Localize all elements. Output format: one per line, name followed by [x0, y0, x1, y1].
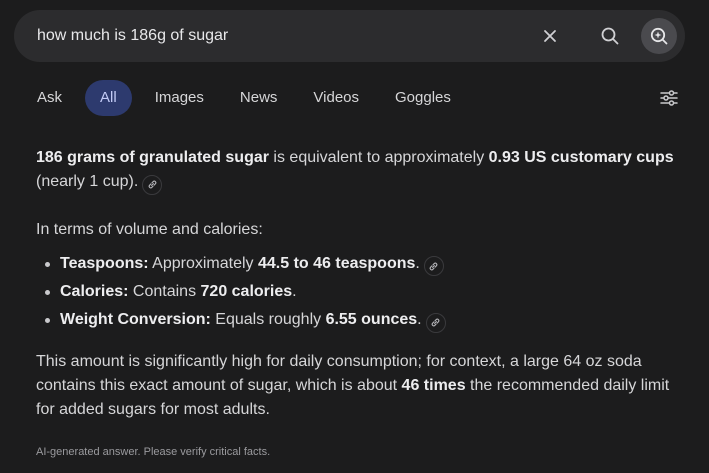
context-bold: 46 times: [401, 376, 466, 394]
summary-text-2: (nearly 1 cup).: [36, 173, 139, 190]
search-input[interactable]: [37, 23, 517, 49]
item-label: Calories:: [60, 283, 129, 300]
tab-news[interactable]: News: [227, 80, 291, 116]
item-label: Teaspoons:: [60, 254, 149, 272]
summary-text-1: is equivalent to approximately: [268, 149, 489, 166]
tab-images[interactable]: Images: [142, 80, 217, 116]
search-bar: [14, 10, 685, 62]
summary-bold-1: 186 grams of granulated sugar: [36, 149, 269, 166]
item-value: 44.5 to 46 teaspoons: [258, 254, 416, 272]
ai-disclaimer: AI-generated answer. Please verify criti…: [36, 446, 271, 458]
ai-answer: 186 grams of granulated sugar is equival…: [36, 146, 676, 422]
sliders-icon: [660, 90, 678, 106]
item-end: .: [292, 283, 297, 300]
citation-link-weight[interactable]: [425, 312, 446, 333]
clear-search-button[interactable]: [532, 18, 568, 54]
summary-bold-2: 0.93 US customary cups: [488, 149, 674, 166]
item-label: Weight Conversion:: [60, 311, 211, 328]
search-icon: [601, 27, 619, 45]
list-item-calories: Calories: Contains 720 calories.: [36, 280, 676, 304]
list-item-teaspoons: Teaspoons: Approximately 44.5 to 46 teas…: [36, 252, 676, 276]
tab-videos[interactable]: Videos: [300, 80, 372, 116]
link-icon: [148, 180, 157, 189]
item-text: Approximately: [148, 254, 258, 272]
tab-ask[interactable]: Ask: [24, 80, 75, 116]
answer-intro: In terms of volume and calories:: [36, 220, 263, 238]
item-text: Contains: [128, 283, 201, 300]
item-end: .: [415, 254, 420, 272]
citation-link-teaspoons[interactable]: [423, 256, 444, 276]
item-text: Equals roughly: [210, 311, 326, 328]
close-icon: [544, 30, 556, 42]
ai-answer-button[interactable]: [641, 18, 677, 54]
answer-context: This amount is significantly high for da…: [36, 350, 676, 422]
filter-settings-button[interactable]: [656, 86, 682, 110]
tab-goggles[interactable]: Goggles: [382, 80, 464, 116]
item-end: .: [417, 311, 422, 328]
link-icon: [431, 318, 440, 327]
tab-all[interactable]: All: [85, 80, 132, 116]
list-item-weight: Weight Conversion: Equals roughly 6.55 o…: [36, 308, 676, 333]
item-value: 720 calories: [200, 283, 293, 300]
answer-summary: 186 grams of granulated sugar is equival…: [36, 146, 676, 195]
citation-link-summary[interactable]: [142, 174, 163, 195]
facts-list: Teaspoons: Approximately 44.5 to 46 teas…: [36, 252, 676, 333]
link-icon: [429, 262, 438, 270]
search-tabs: Ask All Images News Videos Goggles: [24, 80, 474, 116]
search-button[interactable]: [592, 18, 628, 54]
ai-sparkle-icon: [650, 27, 668, 45]
item-value: 6.55 ounces: [325, 311, 418, 328]
